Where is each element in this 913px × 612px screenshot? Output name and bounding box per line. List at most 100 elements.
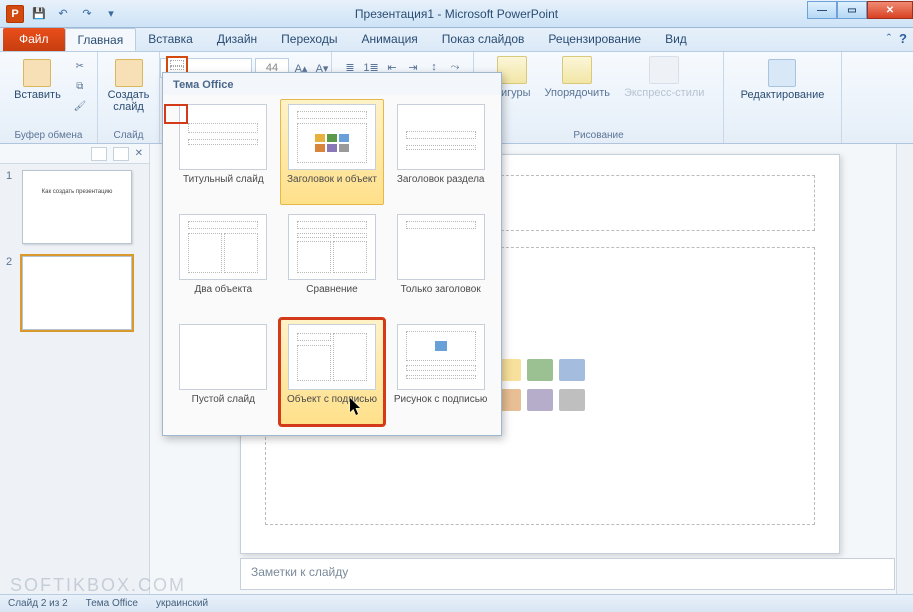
group-clipboard: Вставить ✂ ⧉ 🖌 Буфер обмена [0,52,98,143]
new-slide-button[interactable]: Создать слайд [103,56,155,116]
layout-label: Заголовок раздела [397,174,485,198]
status-theme: Тема Office [86,598,138,609]
layout-thumb-icon [288,324,376,390]
layout-blank[interactable]: Пустой слайд [171,319,276,425]
format-painter-icon[interactable]: 🖌 [72,98,88,114]
tab-home[interactable]: Главная [65,28,137,51]
layout-label: Заголовок и объект [287,174,377,198]
status-bar: Слайд 2 из 2 Тема Office украинский [0,594,913,612]
layout-thumb-icon [288,214,376,280]
layout-thumb-icon [397,214,485,280]
ribbon-tabs: Файл Главная Вставка Дизайн Переходы Ани… [0,28,913,52]
tab-transitions[interactable]: Переходы [269,28,349,51]
minimize-button[interactable]: — [807,1,837,19]
editing-label: Редактирование [741,89,825,101]
quick-styles-label: Экспресс-стили [624,87,704,99]
layout-picture-caption[interactable]: Рисунок с подписью [388,319,493,425]
paste-label: Вставить [14,89,61,101]
group-editing: Редактирование [724,52,842,143]
qat-redo-icon[interactable]: ↷ [78,5,96,23]
help-icon[interactable]: ? [899,31,907,46]
layout-label: Два объекта [195,284,253,308]
layout-thumb-icon [179,104,267,170]
layout-gallery-popup: Тема Office Титульный слайд Заголовок и … [162,72,502,436]
new-slide-label: Создать слайд [108,89,150,113]
tab-slideshow[interactable]: Показ слайдов [430,28,537,51]
layout-thumb-icon [179,324,267,390]
layout-content-caption[interactable]: Объект с подписью [280,319,385,425]
tab-file[interactable]: Файл [3,28,65,51]
layout-section-header[interactable]: Заголовок раздела [388,99,493,205]
thumb-number: 2 [6,256,16,330]
group-drawing: Фигуры Упорядочить Экспресс-стили Рисова… [474,52,724,143]
status-slide-info: Слайд 2 из 2 [8,598,68,609]
thumbnail-2[interactable]: 2 [6,256,143,330]
layout-thumb-icon [397,104,485,170]
title-bar: P 💾 ↶ ↷ ▾ Презентация1 - Microsoft Power… [0,0,913,28]
find-icon [768,59,796,87]
tab-view[interactable]: Вид [653,28,699,51]
layout-label: Объект с подписью [287,394,377,418]
panel-close-icon[interactable]: ✕ [135,148,143,159]
qat-undo-icon[interactable]: ↶ [54,5,72,23]
group-clipboard-label: Буфер обмена [15,130,83,141]
layout-label: Сравнение [306,284,357,308]
qat-customize-icon[interactable]: ▾ [102,5,120,23]
maximize-button[interactable]: ▭ [837,1,867,19]
thumb-caption: Как создать презентацию [31,189,123,195]
layout-thumb-icon [179,214,267,280]
group-slides: Создать слайд Слайд [98,52,160,143]
quick-access-toolbar: P 💾 ↶ ↷ ▾ [0,0,120,27]
layout-title-content[interactable]: Заголовок и объект [280,99,385,205]
arrange-button[interactable]: Упорядочить [545,56,610,99]
notes-pane[interactable]: Заметки к слайду [240,558,895,590]
layout-title-only[interactable]: Только заголовок [388,209,493,315]
status-language[interactable]: украинский [156,598,208,609]
thumb-number: 1 [6,170,16,244]
ribbon-help: ˆ ? [887,31,907,46]
minimize-ribbon-icon[interactable]: ˆ [887,31,891,46]
insert-media-icon[interactable] [559,389,585,411]
thumbnails-tab-icon[interactable] [91,147,107,161]
layout-label: Пустой слайд [192,394,255,418]
tab-review[interactable]: Рецензирование [536,28,653,51]
quick-styles-icon [649,56,679,84]
layout-title-slide[interactable]: Титульный слайд [171,99,276,205]
tab-design[interactable]: Дизайн [205,28,269,51]
cut-icon[interactable]: ✂ [72,58,88,74]
group-drawing-label: Рисование [573,130,623,141]
arrange-label: Упорядочить [545,87,610,99]
paste-button[interactable]: Вставить [9,56,66,104]
vertical-scrollbar[interactable] [896,144,913,594]
content-placeholder-icons [495,359,585,413]
thumbnail-1[interactable]: 1 Как создать презентацию [6,170,143,244]
arrange-icon [562,56,592,84]
layout-gallery-header: Тема Office [163,73,501,95]
layout-comparison[interactable]: Сравнение [280,209,385,315]
quick-styles-button[interactable]: Экспресс-стили [624,56,704,99]
qat-save-icon[interactable]: 💾 [30,5,48,23]
insert-clipart-icon[interactable] [527,389,553,411]
new-slide-icon [115,59,143,87]
layout-thumb-icon [397,324,485,390]
slide-panel: ✕ 1 Как создать презентацию 2 [0,144,150,594]
app-icon: P [6,5,24,23]
outline-thumbnails-tabs: ✕ [0,144,149,164]
tab-animations[interactable]: Анимация [349,28,429,51]
layout-label: Рисунок с подписью [394,394,488,418]
layout-label: Только заголовок [401,284,481,308]
window-title: Презентация1 - Microsoft PowerPoint [0,7,913,21]
insert-chart-icon[interactable] [527,359,553,381]
thumbnails-list: 1 Как создать презентацию 2 [0,164,149,594]
editing-button[interactable]: Редактирование [736,56,830,104]
window-buttons: — ▭ ✕ [807,0,913,19]
layout-two-content[interactable]: Два объекта [171,209,276,315]
copy-icon[interactable]: ⧉ [72,78,88,94]
layout-label: Титульный слайд [183,174,264,198]
paste-icon [23,59,51,87]
outline-tab-icon[interactable] [113,147,129,161]
tab-insert[interactable]: Вставка [136,28,205,51]
close-button[interactable]: ✕ [867,1,913,19]
group-slides-label: Слайд [113,130,143,141]
insert-smartart-icon[interactable] [559,359,585,381]
